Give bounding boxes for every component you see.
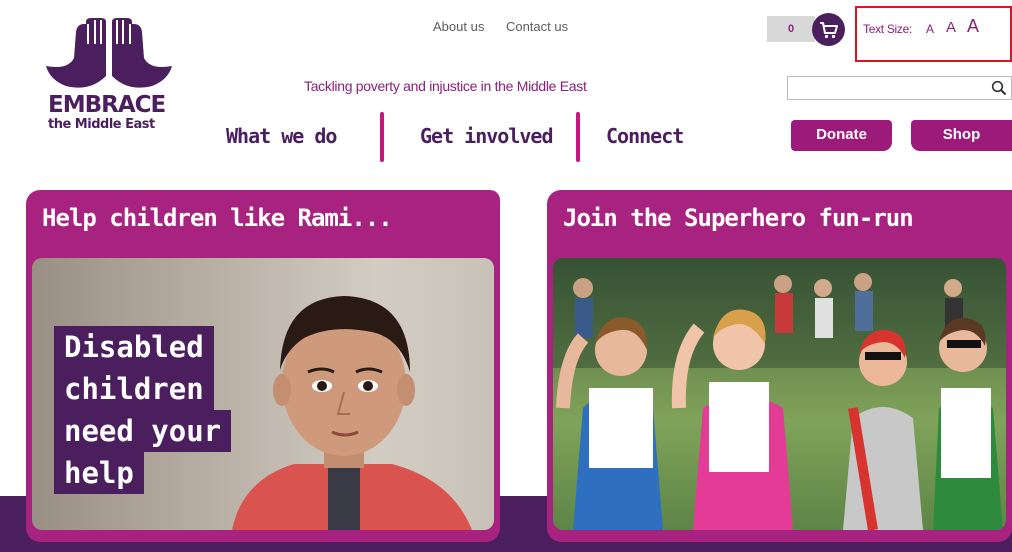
rami-appeal-panel[interactable]: Help children like Rami... Disabled chil… bbox=[26, 190, 500, 542]
search-icon[interactable] bbox=[991, 80, 1007, 96]
nav-divider bbox=[380, 112, 384, 162]
shop-button[interactable]: Shop bbox=[911, 120, 1012, 151]
site-tagline: Tackling poverty and injustice in the Mi… bbox=[304, 78, 587, 94]
top-links: About us Contact us bbox=[433, 19, 586, 34]
text-size-medium-button[interactable]: A bbox=[946, 19, 956, 36]
about-us-link[interactable]: About us bbox=[433, 19, 484, 34]
overlay-line: Disabled bbox=[54, 326, 214, 368]
donate-button[interactable]: Donate bbox=[791, 120, 892, 151]
nav-divider bbox=[576, 112, 580, 162]
overlay-line: help bbox=[54, 452, 144, 494]
overlay-line: children bbox=[54, 368, 214, 410]
text-size-label: Text Size: bbox=[863, 22, 913, 36]
runners-crowd-image bbox=[553, 258, 1006, 530]
fun-run-photo[interactable] bbox=[553, 258, 1006, 530]
text-size-control: Text Size: A A A bbox=[855, 6, 1012, 62]
basket-button[interactable] bbox=[812, 13, 845, 46]
logo-brand-subtitle: the Middle East bbox=[48, 117, 155, 132]
logo-brand-name: EMBRACE bbox=[48, 92, 166, 118]
praying-hands-logo-icon bbox=[46, 18, 172, 88]
rami-photo[interactable]: Disabled children need your help bbox=[32, 258, 494, 530]
contact-us-link[interactable]: Contact us bbox=[506, 19, 568, 34]
nav-connect[interactable]: Connect bbox=[606, 124, 684, 148]
rami-overlay-text: Disabled children need your help bbox=[54, 326, 232, 494]
nav-what-we-do[interactable]: What we do bbox=[226, 124, 337, 148]
nav-get-involved[interactable]: Get involved bbox=[420, 124, 553, 148]
run-panel-title: Join the Superhero fun-run bbox=[563, 204, 914, 232]
shopping-cart-icon bbox=[819, 21, 838, 38]
overlay-line: need your bbox=[54, 410, 232, 452]
embrace-logo[interactable]: EMBRACE the Middle East bbox=[44, 18, 174, 152]
superhero-run-panel[interactable]: Join the Superhero fun-run bbox=[547, 190, 1012, 542]
search-box bbox=[787, 76, 1012, 100]
text-size-small-button[interactable]: A bbox=[926, 22, 934, 36]
basket-count[interactable]: 0 bbox=[767, 16, 815, 42]
text-size-large-button[interactable]: A bbox=[967, 16, 979, 37]
search-input[interactable] bbox=[788, 77, 978, 99]
rami-panel-title: Help children like Rami... bbox=[42, 204, 393, 232]
